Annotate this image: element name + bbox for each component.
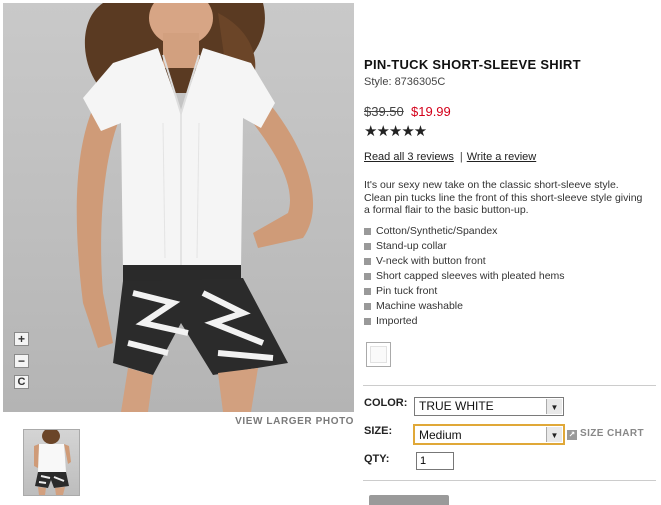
- feature-item: Imported: [364, 314, 565, 329]
- feature-item: Machine washable: [364, 299, 565, 314]
- color-label: COLOR:: [364, 397, 408, 409]
- zoom-out-button[interactable]: −: [14, 354, 29, 368]
- thumbnail-image: [34, 430, 71, 495]
- quantity-input[interactable]: [416, 452, 454, 470]
- size-chart-link[interactable]: ↗ SIZE CHART: [567, 428, 644, 440]
- divider: [363, 385, 656, 386]
- model-illustration: [76, 3, 314, 412]
- external-link-icon: ↗: [567, 430, 577, 440]
- size-label: SIZE:: [364, 425, 393, 437]
- product-description: It's our sexy new take on the classic sh…: [364, 179, 643, 216]
- feature-item: V-neck with button front: [364, 254, 565, 269]
- reset-zoom-button[interactable]: C: [14, 375, 29, 389]
- divider: [363, 480, 656, 481]
- size-select-value: Medium: [419, 428, 462, 442]
- write-review-link[interactable]: Write a review: [467, 151, 536, 163]
- chevron-down-icon: ▼: [546, 427, 562, 442]
- color-select[interactable]: TRUE WHITE ▼: [414, 397, 564, 416]
- feature-item: Stand-up collar: [364, 239, 565, 254]
- read-reviews-link[interactable]: Read all 3 reviews: [364, 151, 454, 163]
- size-chart-label: SIZE CHART: [580, 428, 644, 439]
- add-to-bag-button[interactable]: [369, 495, 449, 505]
- product-thumbnail[interactable]: [23, 429, 80, 496]
- feature-list: Cotton/Synthetic/Spandex Stand-up collar…: [364, 224, 565, 329]
- rating-stars: ★★★★★: [364, 123, 427, 140]
- product-photo[interactable]: + − C: [3, 3, 354, 412]
- style-number: Style: 8736305C: [364, 76, 446, 88]
- feature-item: Short capped sleeves with pleated hems: [364, 269, 565, 284]
- feature-item: Pin tuck front: [364, 284, 565, 299]
- chevron-down-icon: ▼: [546, 399, 562, 414]
- zoom-in-button[interactable]: +: [14, 332, 29, 346]
- size-select[interactable]: Medium ▼: [413, 424, 565, 445]
- original-price: $39.50: [364, 104, 404, 119]
- view-larger-photo-link[interactable]: VIEW LARGER PHOTO: [235, 416, 354, 427]
- link-separator: |: [459, 151, 463, 163]
- color-swatch-white[interactable]: [366, 342, 391, 367]
- color-select-value: TRUE WHITE: [419, 399, 494, 413]
- qty-label: QTY:: [364, 453, 390, 465]
- feature-item: Cotton/Synthetic/Spandex: [364, 224, 565, 239]
- product-title: PIN-TUCK SHORT-SLEEVE SHIRT: [364, 57, 581, 72]
- review-links: Read all 3 reviews | Write a review: [364, 151, 536, 163]
- sale-price: $19.99: [411, 104, 451, 119]
